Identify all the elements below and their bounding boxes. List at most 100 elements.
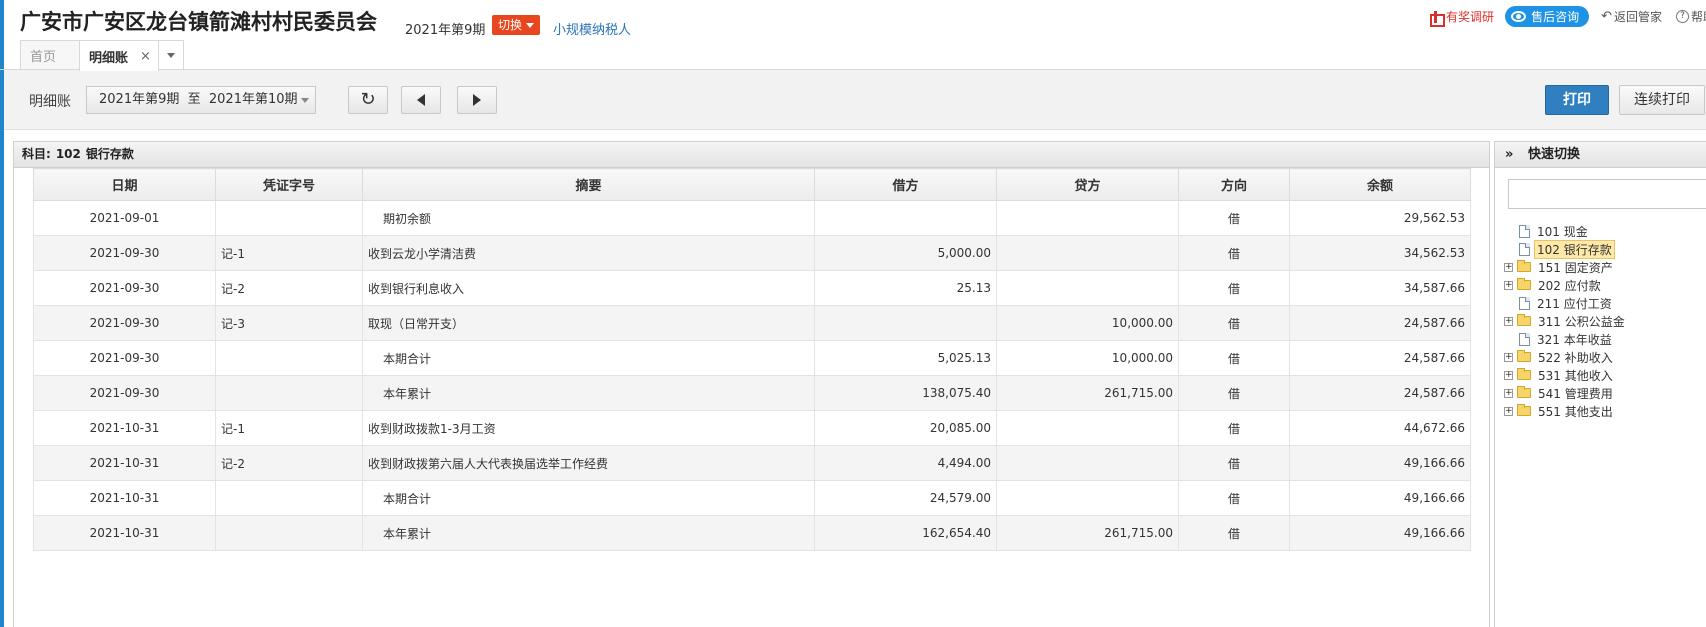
- switch-period-button[interactable]: 切换: [492, 15, 541, 35]
- expand-toggle-icon[interactable]: +: [1504, 352, 1513, 362]
- table-row[interactable]: 2021-09-30 本年累计 138,075.40 261,715.00 借 24,58…: [33, 375, 1471, 411]
- arrow-left-icon: [417, 94, 425, 106]
- folder-icon: [1517, 350, 1531, 362]
- tab-more-dropdown[interactable]: [158, 40, 184, 70]
- debit-cell: 4,494.00: [814, 445, 997, 481]
- direction-cell: 借: [1178, 480, 1290, 516]
- tree-item-code: 321: [1537, 332, 1560, 347]
- tree-item-label: 321 本年收益: [1534, 331, 1615, 348]
- table-row[interactable]: 2021-10-31 本期合计 24,579.00 借 49,166.66: [33, 480, 1471, 516]
- expand-toggle-icon[interactable]: +: [1504, 316, 1513, 326]
- table-row[interactable]: 2021-10-31 记-2 收到财政拨第六届人大代表换届选举工作经费 4,494.0…: [33, 445, 1471, 481]
- refresh-icon: ↻: [360, 89, 376, 110]
- credit-cell: [996, 200, 1179, 236]
- tree-item-code: 102: [1537, 242, 1560, 257]
- tree-item-531[interactable]: +531 其他收入: [1504, 366, 1628, 384]
- credit-cell: [996, 480, 1179, 516]
- tree-item-name: 现金: [1563, 224, 1588, 239]
- expand-toggle-icon[interactable]: +: [1504, 280, 1513, 290]
- debit-cell: 138,075.40: [814, 375, 997, 411]
- tree-item-label: 531 其他收入: [1535, 367, 1616, 384]
- taxpayer-type-link[interactable]: 小规模纳税人: [553, 19, 631, 38]
- tree-item-311[interactable]: +311 公积公益金: [1504, 312, 1628, 330]
- summary-cell: 收到财政拨款1-3月工资: [362, 410, 815, 446]
- credit-cell: [996, 235, 1179, 271]
- period-range-select[interactable]: 2021年第9期 至 2021年第10期: [86, 86, 316, 114]
- quick-switch-panel: » 快速切换 101 现金 102 银行存款 +151 固定资产 +202 应付款 21…: [1494, 141, 1706, 627]
- tree-item-code: 101: [1537, 224, 1560, 239]
- table-row[interactable]: 2021-10-31 本年累计 162,654.40 261,715.00 借 49,16…: [33, 515, 1471, 551]
- folder-icon: [1517, 278, 1531, 290]
- switch-label: 切换: [498, 18, 523, 32]
- tree-item-202[interactable]: +202 应付款: [1504, 276, 1628, 294]
- tab-home[interactable]: 首页: [20, 40, 80, 70]
- table-row[interactable]: 2021-09-30 本期合计 5,025.13 10,000.00 借 24,587.6…: [33, 340, 1471, 376]
- tree-item-211[interactable]: 211 应付工资: [1504, 294, 1628, 312]
- tree-item-code: 151: [1538, 260, 1561, 275]
- back-to-manager-link[interactable]: ↶ 返回管家: [1601, 8, 1662, 25]
- tree-item-321[interactable]: 321 本年收益: [1504, 330, 1628, 348]
- continuous-print-button[interactable]: 连续打印: [1619, 85, 1705, 115]
- table-row[interactable]: 2021-09-30 记-3 取现（日常开支） 10,000.00 借 24,587.66: [33, 305, 1471, 341]
- service-button[interactable]: 售后咨询: [1505, 5, 1590, 27]
- balance-cell: 34,562.53: [1289, 235, 1471, 271]
- help-link[interactable]: ? 帮助: [1676, 8, 1706, 25]
- current-period: 2021年第9期: [405, 23, 486, 38]
- next-button[interactable]: [457, 86, 497, 114]
- previous-button[interactable]: [401, 86, 441, 114]
- tree-item-name: 应付款: [1564, 278, 1601, 293]
- tree-item-label: 311 公积公益金: [1535, 313, 1628, 330]
- expand-icon[interactable]: »: [1505, 147, 1513, 162]
- caret-down-icon: [526, 23, 535, 28]
- subject-search-input[interactable]: [1508, 179, 1706, 209]
- tree-item-code: 311: [1538, 314, 1561, 329]
- column-header: 借方: [814, 168, 997, 201]
- direction-cell: 借: [1178, 375, 1290, 411]
- file-icon: [1519, 224, 1530, 238]
- direction-cell: 借: [1178, 340, 1290, 376]
- summary-cell: 取现（日常开支）: [362, 305, 815, 341]
- balance-cell: 24,587.66: [1289, 340, 1471, 376]
- balance-cell: 44,672.66: [1289, 410, 1471, 446]
- tree-item-522[interactable]: +522 补助收入: [1504, 348, 1628, 366]
- print-button[interactable]: 打印: [1545, 85, 1609, 115]
- direction-cell: 借: [1178, 305, 1290, 341]
- date-cell: 2021-10-31: [33, 480, 216, 516]
- expand-toggle-icon[interactable]: +: [1504, 406, 1513, 416]
- folder-icon: [1517, 404, 1531, 416]
- table-body: 2021-09-01 期初余额借 29,562.53 2021-09-30 记-1 收到云…: [33, 200, 1471, 551]
- survey-link[interactable]: 有奖调研: [1429, 8, 1495, 27]
- tree-item-102[interactable]: 102 银行存款: [1504, 239, 1628, 259]
- summary-cell: 本年累计: [362, 375, 815, 411]
- refresh-button[interactable]: ↻: [348, 86, 388, 114]
- expand-toggle-icon[interactable]: +: [1504, 262, 1513, 272]
- expand-toggle-icon[interactable]: +: [1504, 370, 1513, 380]
- help-label: 帮助: [1691, 9, 1706, 24]
- balance-cell: 24,587.66: [1289, 305, 1471, 341]
- subject-tree: 101 现金 102 银行存款 +151 固定资产 +202 应付款 211 应付工资 +…: [1504, 222, 1628, 420]
- service-label: 售后咨询: [1531, 9, 1580, 24]
- credit-cell: 10,000.00: [996, 305, 1179, 341]
- tree-item-541[interactable]: +541 管理费用: [1504, 384, 1628, 402]
- tab-ledger[interactable]: 明细账 ×: [79, 40, 159, 71]
- debit-cell: 24,579.00: [814, 480, 997, 516]
- tree-item-label: 101 现金: [1534, 223, 1591, 240]
- tree-item-label: 551 其他支出: [1535, 403, 1616, 420]
- table-row[interactable]: 2021-09-30 记-2 收到银行利息收入 25.13 借 34,587.66: [33, 270, 1471, 306]
- tree-item-101[interactable]: 101 现金: [1504, 222, 1628, 240]
- undo-icon: ↶: [1601, 8, 1612, 24]
- survey-label: 有奖调研: [1446, 9, 1495, 24]
- tree-item-551[interactable]: +551 其他支出: [1504, 402, 1628, 420]
- debit-cell: 5,025.13: [814, 340, 997, 376]
- file-icon: [1519, 332, 1530, 346]
- folder-icon: [1517, 368, 1531, 380]
- voucher-cell: [215, 340, 363, 376]
- expand-toggle-icon[interactable]: +: [1504, 388, 1513, 398]
- table-row[interactable]: 2021-09-30 记-1 收到云龙小学清洁费 5,000.00 借 34,562.53: [33, 235, 1471, 271]
- table-row[interactable]: 2021-09-01 期初余额 借 29,562.53: [33, 200, 1471, 236]
- table-row[interactable]: 2021-10-31 记-1 收到财政拨款1-3月工资 20,085.00 借 44,67…: [33, 410, 1471, 446]
- tree-item-151[interactable]: +151 固定资产: [1504, 258, 1628, 276]
- close-icon[interactable]: ×: [140, 49, 151, 64]
- folder-icon: [1517, 260, 1531, 272]
- date-cell: 2021-09-30: [33, 375, 216, 411]
